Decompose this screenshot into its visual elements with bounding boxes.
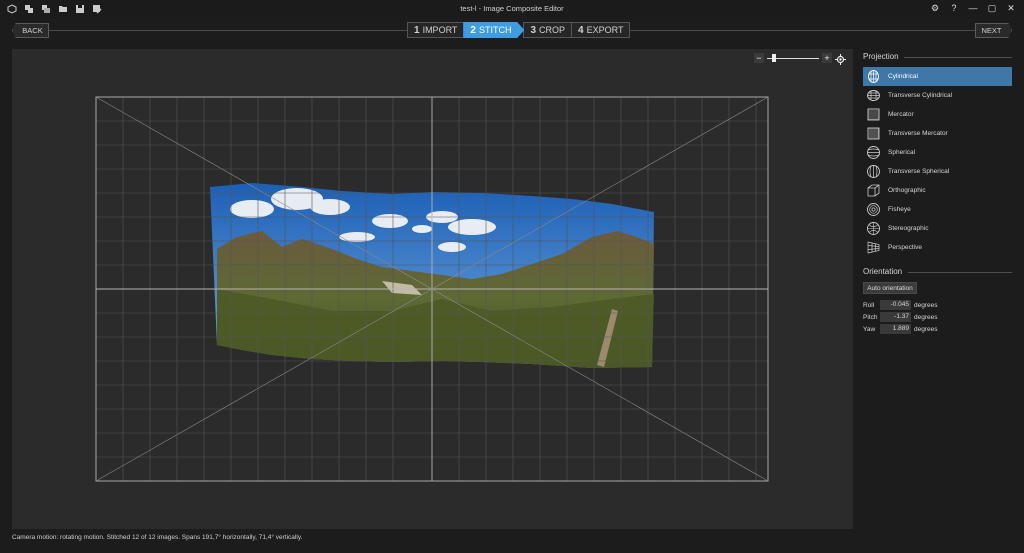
minimize-button[interactable]: — (968, 2, 978, 14)
spherical-icon (867, 146, 880, 159)
projection-label: Transverse Mercator (888, 130, 948, 137)
zoom-slider[interactable] (767, 53, 819, 63)
step-export[interactable]: 4 EXPORT (571, 22, 631, 38)
projection-label: Transverse Cylindrical (888, 92, 953, 99)
step-number: 2 (470, 24, 476, 36)
yaw-unit: degrees (914, 325, 938, 333)
orientation-divider (908, 272, 1012, 273)
projection-grid[interactable] (12, 49, 853, 529)
zoom-in-button[interactable]: + (822, 52, 832, 63)
projection-label: Stereographic (888, 225, 929, 232)
transverse-spherical-icon (867, 165, 880, 178)
projection-transverse-cylindrical[interactable]: Transverse Cylindrical (863, 86, 1012, 105)
pitch-unit: degrees (914, 313, 938, 321)
projection-label: Transverse Spherical (888, 168, 950, 175)
projection-spherical[interactable]: Spherical (863, 143, 1012, 162)
projection-label: Orthographic (888, 187, 926, 194)
cylindrical-icon (868, 70, 879, 83)
roll-label: Roll (863, 301, 875, 309)
next-button[interactable]: NEXT (975, 23, 1012, 38)
crop-frame[interactable] (95, 96, 769, 482)
projection-label: Spherical (888, 149, 916, 156)
pitch-row: Pitch -1.37 degrees (863, 312, 938, 322)
projection-title: Projection (863, 52, 899, 61)
step-stitch[interactable]: 2 STITCH (463, 22, 525, 38)
wizard-navigation: BACK 1 IMPORT 2 STITCH 3 CROP 4 EXPORT NEXT (0, 18, 1024, 44)
projection-orthographic[interactable]: Orthographic (863, 181, 1012, 200)
projection-list: Cylindrical Transverse Cylindrical Merca… (863, 67, 1012, 257)
zoom-out-button[interactable]: − (754, 52, 764, 63)
properties-panel: Projection Cylindrical Transverse Cylind… (860, 49, 1024, 529)
step-number: 4 (578, 24, 584, 36)
settings-icon[interactable]: ⚙ (930, 2, 940, 14)
step-label: CROP (539, 25, 566, 35)
title-bar: test-l - Image Composite Editor ⚙ ? — ▢ … (0, 0, 1024, 18)
back-button[interactable]: BACK (12, 23, 49, 38)
projection-transverse-mercator[interactable]: Transverse Mercator (863, 124, 1012, 143)
projection-cylindrical[interactable]: Cylindrical (863, 67, 1012, 86)
transverse-mercator-icon (867, 127, 880, 140)
projection-fisheye[interactable]: Fisheye (863, 200, 1012, 219)
fit-to-window-icon[interactable] (835, 52, 846, 65)
yaw-label: Yaw (863, 325, 876, 333)
roll-row: Roll -0.045 degrees (863, 300, 938, 310)
step-number: 3 (530, 24, 537, 36)
auto-orientation-button[interactable]: Auto orientation (863, 282, 917, 294)
maximize-button[interactable]: ▢ (987, 2, 997, 14)
fisheye-icon (867, 203, 880, 216)
projection-mercator[interactable]: Mercator (863, 105, 1012, 124)
step-number: 1 (414, 24, 420, 36)
projection-perspective[interactable]: Perspective (863, 238, 1012, 257)
step-label: STITCH (478, 25, 512, 35)
perspective-icon (867, 241, 880, 254)
stereographic-icon (867, 222, 880, 235)
yaw-input[interactable]: 1.889 (880, 324, 911, 334)
projection-divider (904, 57, 1012, 58)
roll-unit: degrees (914, 301, 938, 309)
zoom-slider-thumb[interactable] (771, 53, 776, 62)
window-title: test-l - Image Composite Editor (460, 4, 564, 13)
mercator-icon (867, 108, 880, 121)
stitch-canvas[interactable]: − + (12, 49, 853, 529)
orientation-title: Orientation (863, 267, 903, 276)
step-label: IMPORT (422, 25, 458, 35)
projection-label: Mercator (888, 111, 914, 118)
step-crop[interactable]: 3 CROP (523, 22, 573, 38)
pitch-input[interactable]: -1.37 (880, 312, 911, 322)
help-icon[interactable]: ? (949, 2, 959, 14)
step-import[interactable]: 1 IMPORT (407, 22, 465, 38)
orthographic-icon (867, 184, 880, 197)
zoom-control: − + (754, 52, 846, 65)
step-label: EXPORT (586, 25, 624, 35)
projection-label: Cylindrical (888, 73, 918, 80)
projection-label: Perspective (888, 244, 922, 251)
projection-label: Fisheye (888, 206, 911, 213)
yaw-row: Yaw 1.889 degrees (863, 324, 938, 334)
close-button[interactable]: ✕ (1006, 2, 1016, 14)
roll-input[interactable]: -0.045 (880, 300, 911, 310)
projection-transverse-spherical[interactable]: Transverse Spherical (863, 162, 1012, 181)
projection-stereographic[interactable]: Stereographic (863, 219, 1012, 238)
transverse-cylindrical-icon (867, 90, 880, 101)
status-text: Camera motion: rotating motion. Stitched… (12, 534, 303, 541)
wizard-steps: 1 IMPORT 2 STITCH 3 CROP 4 EXPORT (407, 22, 631, 38)
pitch-label: Pitch (863, 313, 878, 321)
